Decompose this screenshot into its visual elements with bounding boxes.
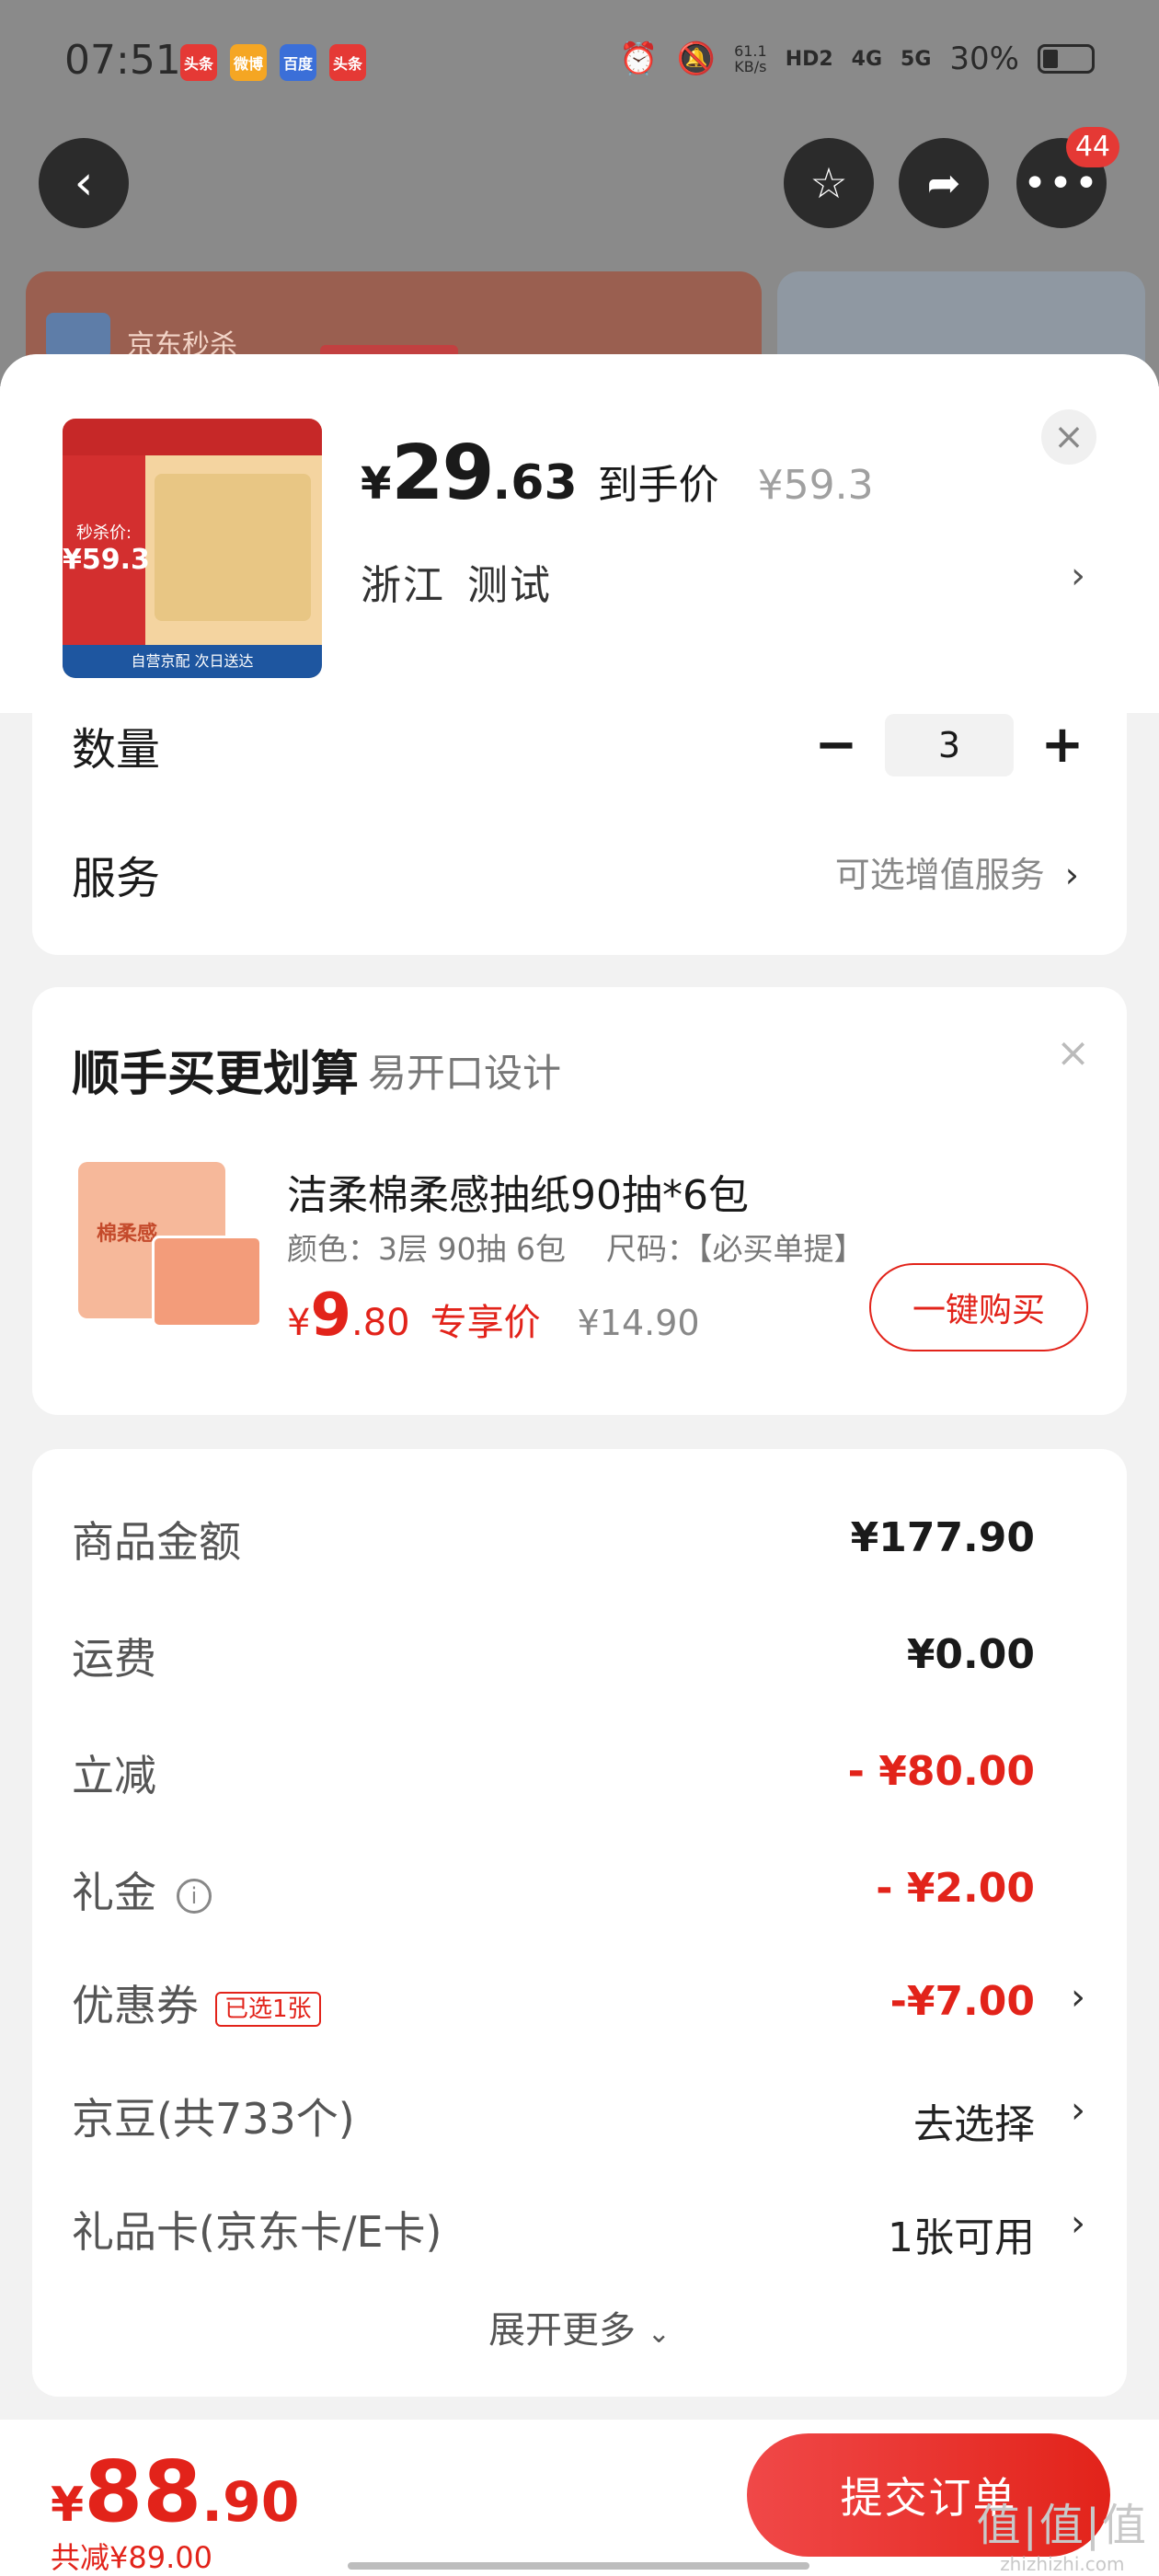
original-price: ¥59.3 <box>757 462 874 509</box>
toutiao-icon: 头条 <box>180 44 217 81</box>
addon-title: 顺手买更划算 <box>72 1047 360 1102</box>
addon-close-button[interactable]: × <box>1056 1029 1090 1076</box>
toutiao-icon-2: 头条 <box>329 44 366 81</box>
status-app-icons: 头条 微博 百度 头条 <box>180 44 366 81</box>
quantity-label: 数量 <box>72 724 161 776</box>
signal-4g-icon: 4G <box>851 47 883 71</box>
addon-subtitle: 易开口设计 <box>368 1051 562 1096</box>
more-button[interactable]: ••• 44 <box>1016 127 1119 228</box>
decrease-button[interactable]: − <box>813 713 859 777</box>
service-selector[interactable]: 可选增值服务 › <box>835 846 1079 897</box>
weibo-icon: 微博 <box>230 44 267 81</box>
favorite-button[interactable]: ☆ <box>784 138 874 228</box>
chevron-down-icon: ⌄ <box>647 2317 671 2350</box>
network-speed: 61.1 KB/s <box>734 42 767 75</box>
status-bar: 07:51 头条 微博 百度 头条 ⏰ 🔕 61.1 KB/s HD2 4G 5… <box>0 0 1159 129</box>
share-icon: ➦ <box>926 159 961 207</box>
summary-row-goods: 商品金额 ¥177.90 <box>72 1514 1035 1567</box>
addon-thumb-text: 棉柔感 <box>97 1223 158 1246</box>
notification-badge: 44 <box>1065 127 1119 167</box>
thumb-side-value: ¥59.3 <box>63 544 150 576</box>
options-card: 数量 − 3 + 服务 可选增值服务 › <box>32 713 1127 955</box>
addon-product-name[interactable]: 洁柔棉柔感抽纸90抽*6包 <box>287 1162 749 1221</box>
product-header: 秒杀价: ¥59.3 自营京配 次日送达 ¥ 29 .63 到手价 ¥59.3 … <box>0 354 1159 713</box>
addon-product-image[interactable]: 棉柔感 <box>78 1162 281 1337</box>
home-indicator[interactable] <box>348 2562 809 2570</box>
summary-row-gift-money: 礼金 i - ¥2.00 <box>72 1865 1035 1917</box>
alarm-icon: ⏰ <box>619 40 659 77</box>
summary-row-shipping: 运费 ¥0.00 <box>72 1631 1035 1684</box>
close-button[interactable]: × <box>1041 409 1096 465</box>
product-image: 秒杀价: ¥59.3 自营京配 次日送达 <box>63 419 322 678</box>
mute-icon: 🔕 <box>676 40 717 77</box>
star-icon: ☆ <box>809 158 848 208</box>
expand-more-button[interactable]: 展开更多 ⌄ <box>32 2300 1127 2353</box>
order-sheet: 秒杀价: ¥59.3 自营京配 次日送达 ¥ 29 .63 到手价 ¥59.3 … <box>0 354 1159 2420</box>
back-arrow-icon: ‹ <box>74 155 94 211</box>
address-chevron-icon[interactable]: › <box>1071 555 1085 597</box>
watermark: 值|值|值 zhizhizhi.com <box>976 2500 1148 2575</box>
status-time: 07:51 <box>64 37 181 84</box>
chevron-right-icon: › <box>1071 1976 1085 2018</box>
baidu-icon: 百度 <box>280 44 316 81</box>
price-label: 到手价 <box>597 462 719 509</box>
final-price: ¥ 29 .63 到手价 ¥59.3 <box>361 430 874 517</box>
hd-icon: HD2 <box>785 47 833 71</box>
info-icon[interactable]: i <box>177 1878 212 1914</box>
chevron-right-icon: › <box>1071 2202 1085 2245</box>
brand-logo-icon <box>46 313 110 359</box>
increase-button[interactable]: + <box>1039 713 1085 777</box>
summary-row-jd-beans[interactable]: 京豆(共733个) 去选择 › <box>72 2086 1085 2150</box>
signal-5g-icon: 5G <box>901 47 932 71</box>
share-button[interactable]: ➦ <box>899 138 989 228</box>
addon-spec: 颜色：3层 90抽 6包 尺码：【必买单提】 <box>287 1231 865 1267</box>
summary-row-discount: 立减 - ¥80.00 <box>72 1748 1035 1800</box>
addon-card: 顺手买更划算 易开口设计 × 棉柔感 洁柔棉柔感抽纸90抽*6包 颜色：3层 9… <box>32 987 1127 1415</box>
back-button[interactable]: ‹ <box>39 138 129 228</box>
background-page: 07:51 头条 微博 百度 头条 ⏰ 🔕 61.1 KB/s HD2 4G 5… <box>0 0 1159 409</box>
one-click-buy-button[interactable]: 一键购买 <box>869 1263 1088 1351</box>
delivery-address[interactable]: 浙江 测试 <box>361 552 552 611</box>
close-icon: × <box>1053 416 1084 458</box>
addon-original-price: ¥14.90 <box>577 1303 700 1343</box>
summary-row-gift-card[interactable]: 礼品卡(京东卡/E卡) 1张可用 › <box>72 2199 1085 2263</box>
addon-price: ¥ 9 .80 专享价 ¥14.90 <box>287 1282 700 1350</box>
price-summary-card: 商品金额 ¥177.90 运费 ¥0.00 立减 - ¥80.00 礼金 i - … <box>32 1449 1127 2397</box>
battery-icon <box>1038 44 1095 74</box>
status-right: ⏰ 🔕 61.1 KB/s HD2 4G 5G 30% <box>619 40 1095 77</box>
thumb-footer: 自营京配 次日送达 <box>63 645 322 678</box>
total-saved: 共减¥89.00 <box>51 2540 212 2575</box>
total-price: ¥ 88 .90 <box>51 2443 300 2541</box>
summary-row-coupon[interactable]: 优惠券 已选1张 -¥7.00 › <box>72 1972 1085 2037</box>
quantity-stepper: − 3 + <box>813 713 1085 777</box>
coupon-selected-tag: 已选1张 <box>215 1991 321 2027</box>
battery-percent: 30% <box>949 40 1019 77</box>
quantity-input[interactable]: 3 <box>885 714 1014 776</box>
thumb-side-label: 秒杀价: <box>75 523 132 543</box>
chevron-right-icon: › <box>1071 2089 1085 2132</box>
chevron-right-icon: › <box>1064 855 1079 895</box>
service-label: 服务 <box>72 853 161 904</box>
